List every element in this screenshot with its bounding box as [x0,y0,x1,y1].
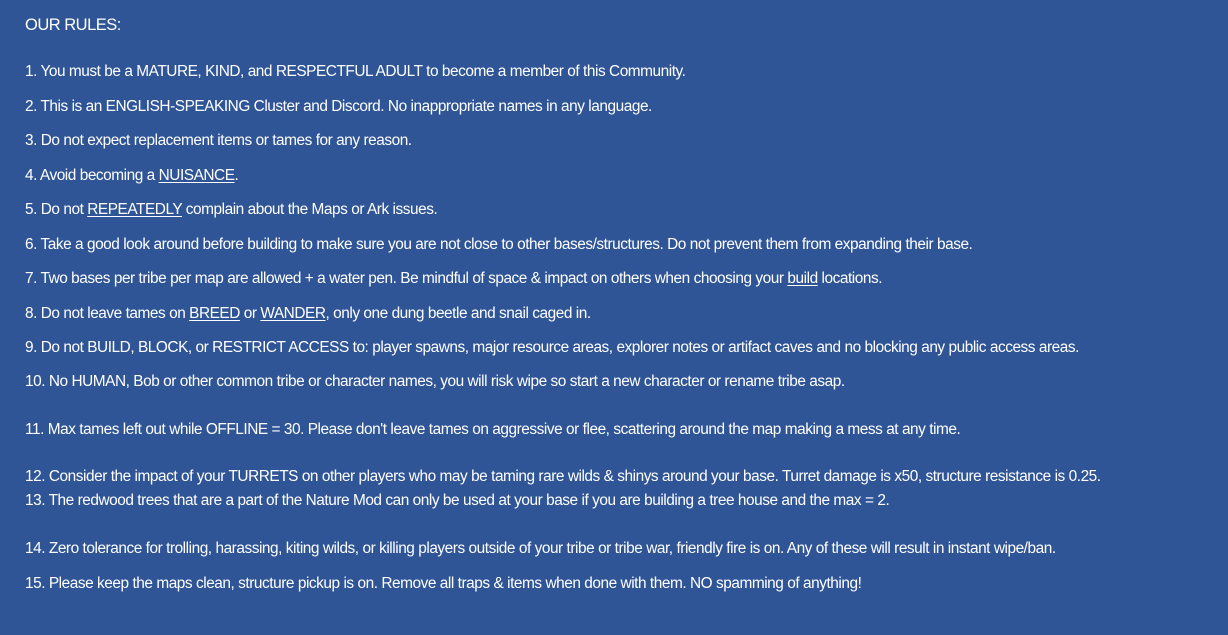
rule-4-end: . [234,167,239,184]
rule-11: 11. Max tames left out while OFFLINE = 3… [25,421,961,438]
rule-8-emphasis-wander: WANDER [260,305,326,322]
rule-8-text: 8. Do not leave tames on [25,305,190,322]
rule-7-text: 7. Two bases per tribe per map are allow… [25,270,788,287]
rule-8-mid: or [239,305,261,322]
rule-5-end: complain about the Maps or Ark issues. [181,201,438,218]
page-title: OUR RULES: [25,16,121,34]
rule-7-end: locations. [817,270,883,287]
rule-7-emphasis: build [787,270,818,287]
rule-5-emphasis: REPEATEDLY [87,201,182,218]
rule-5-text: 5. Do not [25,201,88,218]
rule-5: 5. Do not REPEATEDLY complain about the … [25,200,438,220]
rule-1: 1. You must be a MATURE, KIND, and RESPE… [25,63,686,80]
rule-6: 6. Take a good look around before buildi… [25,236,973,253]
rule-4-emphasis: NUISANCE [158,167,235,184]
rule-9: 9. Do not BUILD, BLOCK, or RESTRICT ACCE… [25,339,1079,356]
rule-8-end: , only one dung beetle and snail caged i… [325,305,592,322]
rules-page: OUR RULES: 1. You must be a MATURE, KIND… [25,0,1225,635]
rule-8: 8. Do not leave tames on BREED or WANDER… [25,304,591,324]
rule-15: 15. Please keep the maps clean, structur… [25,575,862,592]
rule-12: 12. Consider the impact of your TURRETS … [25,468,1101,485]
rule-7: 7. Two bases per tribe per map are allow… [25,269,882,289]
rule-13: 13. The redwood trees that are a part of… [25,492,890,509]
rule-2: 2. This is an ENGLISH-SPEAKING Cluster a… [25,98,652,115]
rule-4: 4. Avoid becoming a NUISANCE. [25,166,239,186]
rule-8-emphasis-breed: BREED [189,305,240,322]
rule-14: 14. Zero tolerance for trolling, harassi… [25,540,1056,557]
rule-3: 3. Do not expect replacement items or ta… [25,132,412,149]
rule-4-text: 4. Avoid becoming a [25,167,159,184]
rule-10: 10. No HUMAN, Bob or other common tribe … [25,373,845,390]
